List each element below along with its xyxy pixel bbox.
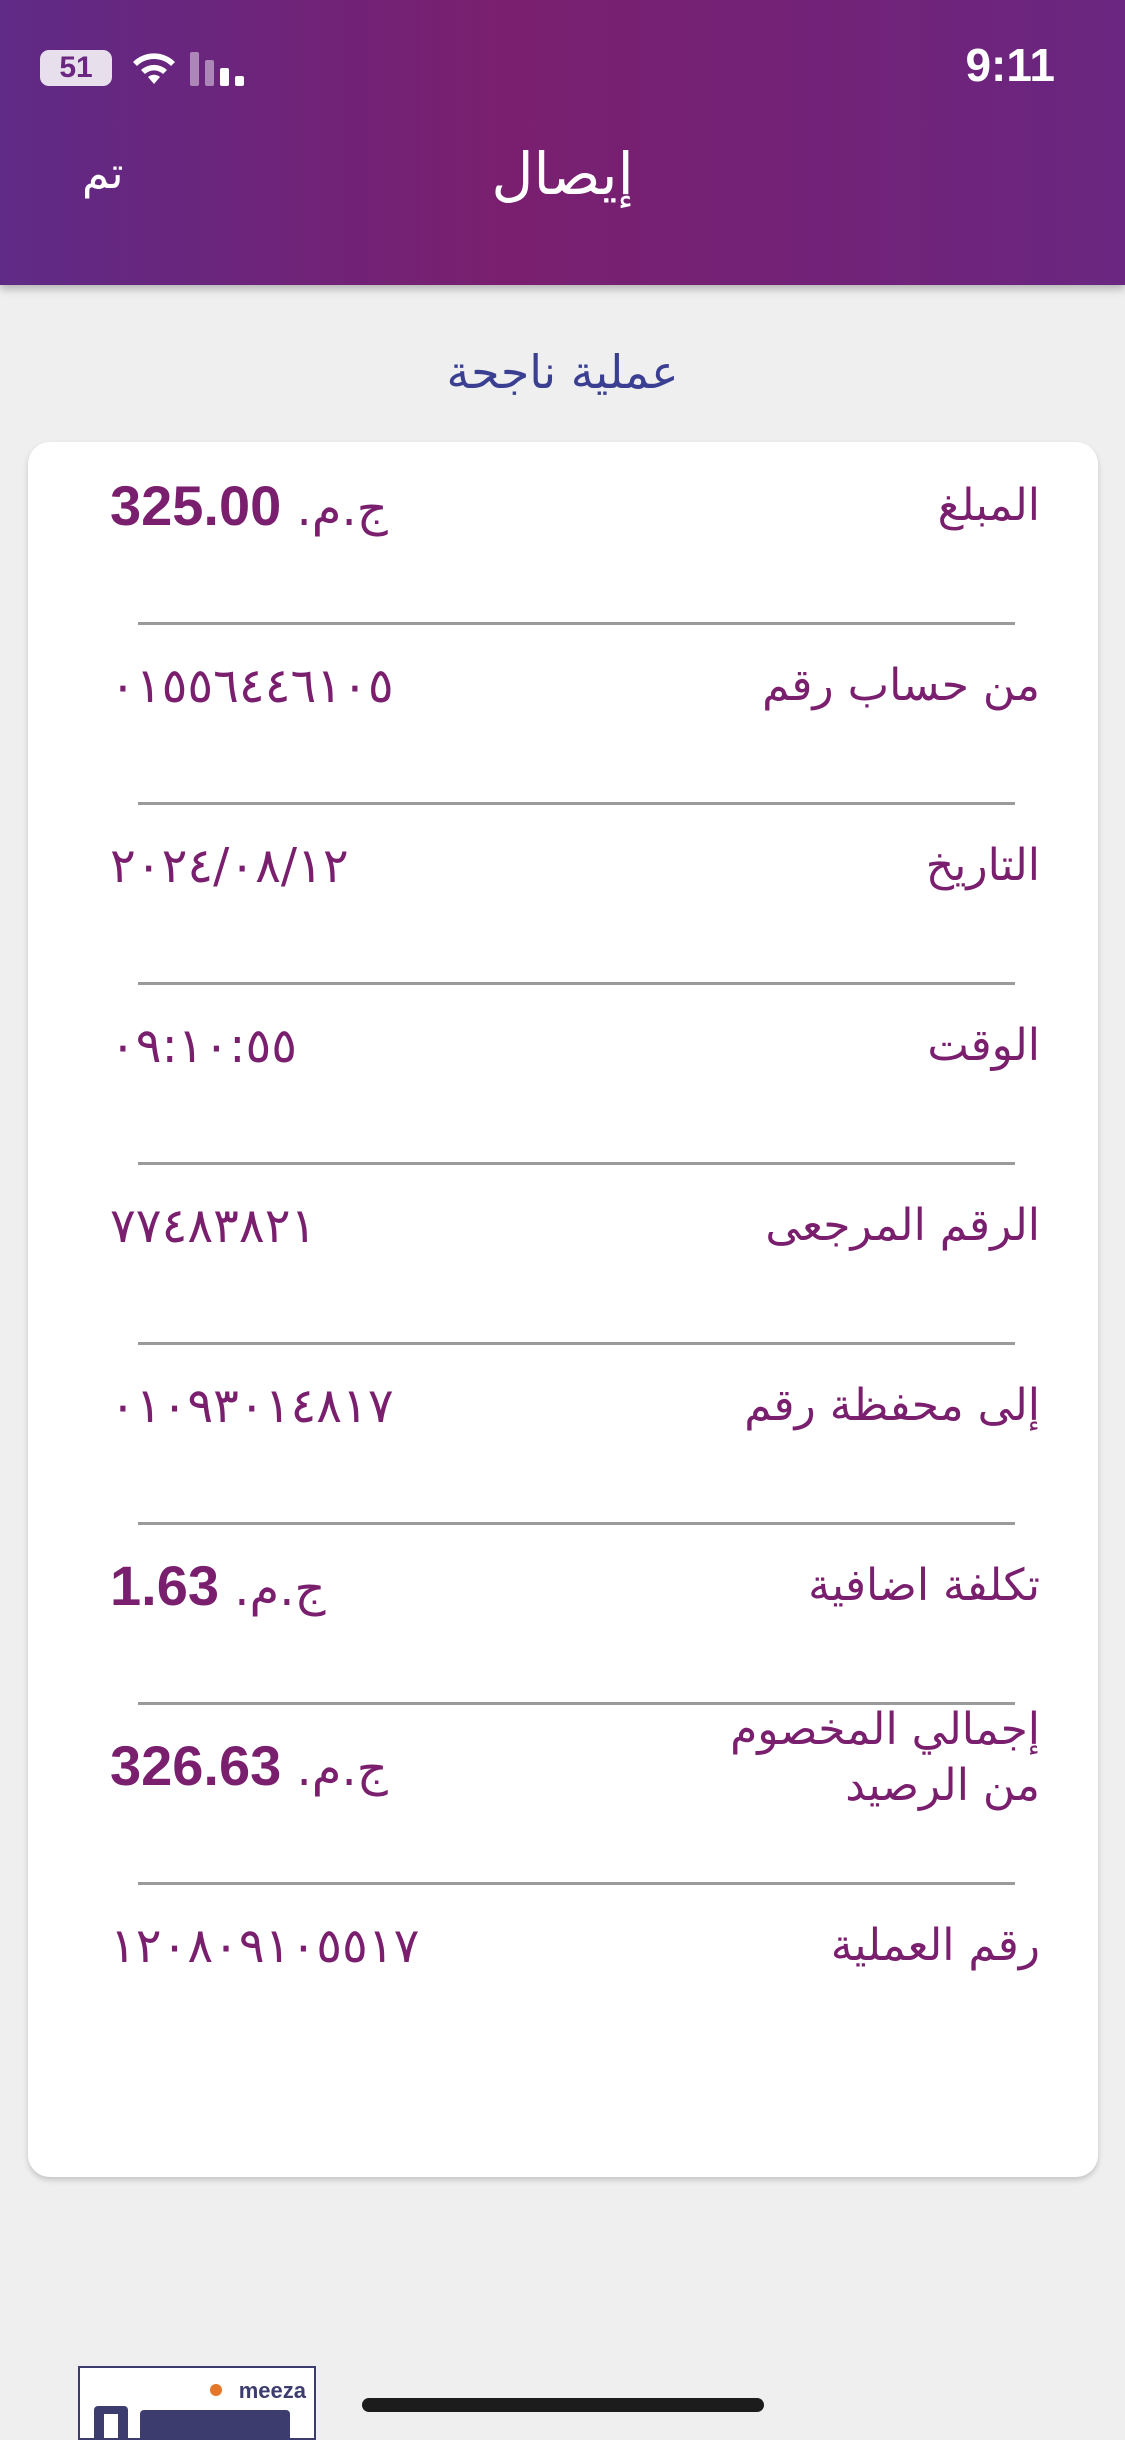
row-value: ٢٠٢٤/٠٨/١٢ bbox=[110, 838, 349, 894]
amount-value: 325.00 bbox=[110, 474, 282, 537]
row-label: الرقم المرجعى bbox=[765, 1200, 1040, 1251]
meeza-logo: meeza bbox=[78, 2366, 316, 2440]
row-label: من حساب رقم bbox=[762, 660, 1040, 711]
page-title: إيصال bbox=[491, 140, 634, 208]
row-value: ٠١٥٥٦٤٤٦١٠٥ bbox=[110, 658, 394, 714]
meeza-glyph-icon bbox=[94, 2406, 290, 2438]
home-indicator[interactable] bbox=[362, 2398, 764, 2412]
receipt-row-amount: المبلغ ج.م. 325.00 bbox=[110, 442, 1040, 625]
row-label: التاريخ bbox=[925, 840, 1040, 891]
row-value: ٠٩:١٠:٥٥ bbox=[110, 1018, 298, 1074]
logo-dot bbox=[210, 2384, 222, 2396]
row-label: رقم العملية bbox=[830, 1920, 1040, 1971]
row-value: ج.م. 1.63 bbox=[110, 1558, 326, 1618]
row-value: ٧٧٤٨٣٨٢١ bbox=[110, 1198, 317, 1254]
status-time: 9:11 bbox=[965, 39, 1055, 91]
receipt-row-total-deducted: إجمالي المخصوم من الرصيد ج.م. 326.63 bbox=[110, 1702, 1040, 1885]
row-label: إجمالي المخصوم من الرصيد bbox=[730, 1704, 1040, 1811]
currency-label: ج.م. bbox=[296, 481, 388, 537]
receipt-row-from-account: من حساب رقم ٠١٥٥٦٤٤٦١٠٥ bbox=[110, 622, 1040, 805]
receipt-row-transaction-id: رقم العملية ١٢٠٨٠٩١٠٥٥١٧ bbox=[110, 1882, 1040, 2062]
amount-value: 326.63 bbox=[110, 1734, 282, 1797]
currency-label: ج.م. bbox=[296, 1741, 388, 1797]
app-header: 51 9:11 تم إيصال bbox=[0, 0, 1125, 285]
receipt-row-date: التاريخ ٢٠٢٤/٠٨/١٢ bbox=[110, 802, 1040, 985]
success-status: عملية ناجحة bbox=[446, 345, 679, 399]
wifi-icon bbox=[133, 53, 175, 84]
row-label: المبلغ bbox=[937, 480, 1040, 531]
row-value: ج.م. 326.63 bbox=[110, 1738, 388, 1798]
battery-icon: 51 bbox=[40, 50, 112, 86]
row-label: تكلفة اضافية bbox=[808, 1560, 1040, 1611]
receipt-card: المبلغ ج.م. 325.00 من حساب رقم ٠١٥٥٦٤٤٦١… bbox=[28, 442, 1098, 2177]
row-value: ج.م. 325.00 bbox=[110, 478, 388, 538]
row-value: ١٢٠٨٠٩١٠٥٥١٧ bbox=[110, 1918, 420, 1974]
row-label: إلى محفظة رقم bbox=[744, 1380, 1040, 1431]
receipt-row-reference: الرقم المرجعى ٧٧٤٨٣٨٢١ bbox=[110, 1162, 1040, 1345]
currency-label: ج.م. bbox=[234, 1561, 326, 1617]
row-value: ٠١٠٩٣٠١٤٨١٧ bbox=[110, 1378, 394, 1434]
receipt-row-time: الوقت ٠٩:١٠:٥٥ bbox=[110, 982, 1040, 1165]
amount-value: 1.63 bbox=[110, 1554, 219, 1617]
receipt-row-extra-fee: تكلفة اضافية ج.م. 1.63 bbox=[110, 1522, 1040, 1705]
receipt-row-to-wallet: إلى محفظة رقم ٠١٠٩٣٠١٤٨١٧ bbox=[110, 1342, 1040, 1525]
cellular-signal-icon bbox=[190, 52, 244, 86]
row-label: الوقت bbox=[927, 1020, 1040, 1071]
